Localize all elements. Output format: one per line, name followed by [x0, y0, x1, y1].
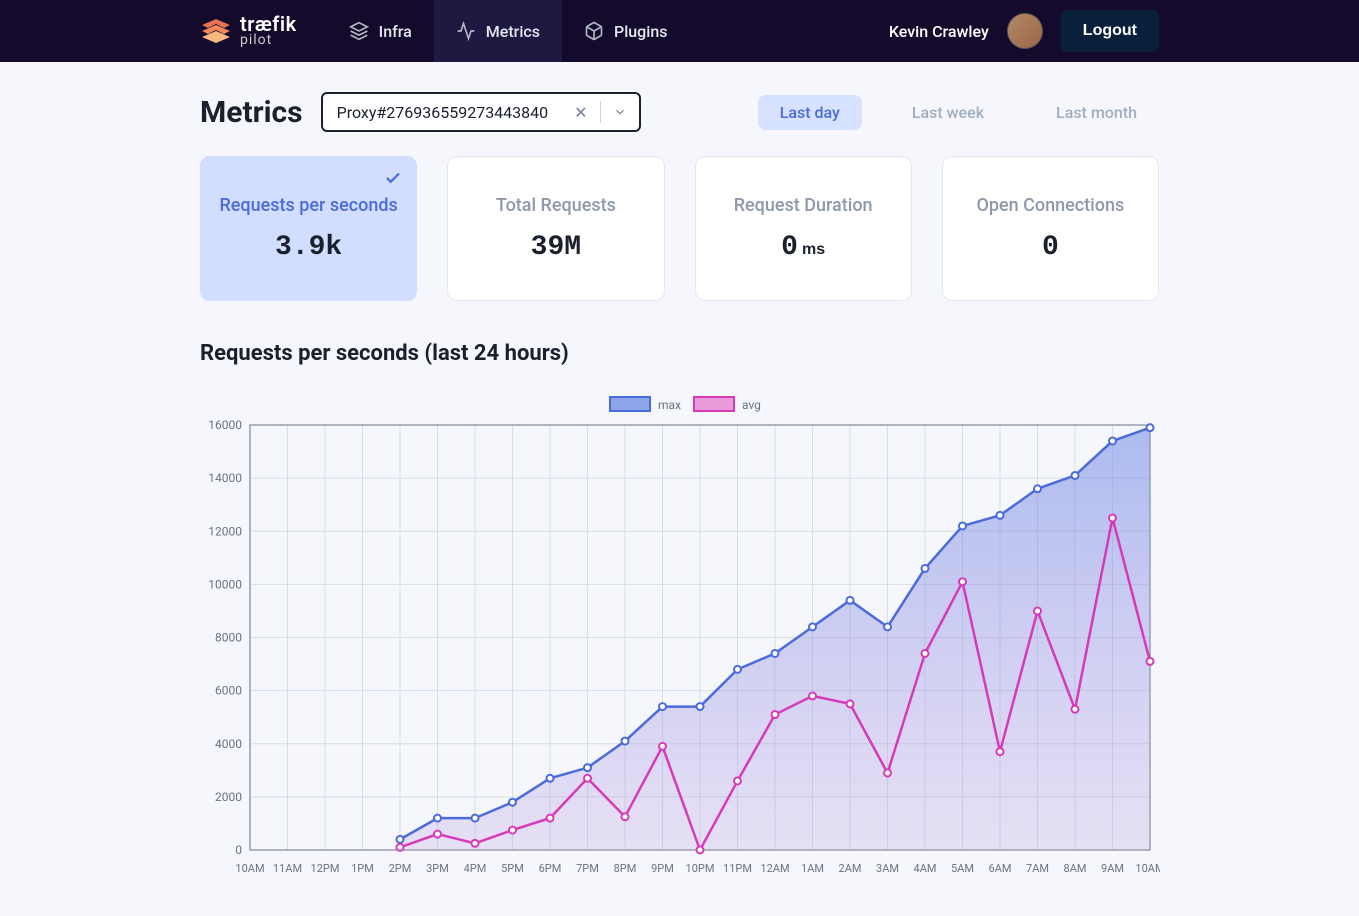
nav-items: Infra Metrics Plugins — [327, 0, 690, 62]
svg-text:1AM: 1AM — [801, 862, 824, 875]
svg-text:9AM: 9AM — [1101, 862, 1124, 875]
chart: 0 2000 4000 6000 8000 10000 12000 14000 16000 10A… — [200, 390, 1159, 880]
nav-right: Kevin Crawley Logout — [889, 10, 1359, 52]
svg-text:6AM: 6AM — [989, 862, 1012, 875]
header-row: Metrics Proxy#276936559273443840 ✕ Last … — [200, 92, 1159, 132]
svg-text:12000: 12000 — [208, 524, 242, 538]
svg-text:12PM: 12PM — [311, 862, 340, 875]
logo-icon — [200, 17, 232, 45]
proxy-value: Proxy#276936559273443840 — [323, 103, 563, 122]
svg-text:8PM: 8PM — [614, 862, 637, 875]
card-value: 0ms — [712, 232, 895, 263]
svg-text:max: max — [658, 398, 681, 412]
nav-item-plugins[interactable]: Plugins — [562, 0, 689, 62]
filter-last-day[interactable]: Last day — [758, 95, 862, 130]
nav-item-metrics[interactable]: Metrics — [434, 0, 562, 62]
svg-text:14000: 14000 — [208, 471, 242, 485]
svg-text:6000: 6000 — [215, 684, 242, 698]
svg-text:3PM: 3PM — [426, 862, 449, 875]
svg-text:11AM: 11AM — [273, 862, 302, 875]
svg-text:5AM: 5AM — [951, 862, 974, 875]
card-value: 0 — [959, 232, 1142, 263]
svg-text:6PM: 6PM — [539, 862, 562, 875]
svg-text:10000: 10000 — [208, 577, 242, 591]
card-title: Request Duration — [712, 194, 895, 217]
logo[interactable]: træfik pilot — [200, 14, 297, 48]
nav-label: Plugins — [614, 22, 667, 41]
svg-text:2AM: 2AM — [839, 862, 862, 875]
card-request-duration[interactable]: Request Duration 0ms — [695, 156, 912, 301]
navbar: træfik pilot Infra Metrics Plugins Kevin… — [0, 0, 1359, 62]
card-title: Total Requests — [464, 194, 647, 217]
svg-text:12AM: 12AM — [760, 862, 789, 875]
svg-text:0: 0 — [235, 843, 242, 857]
card-rps[interactable]: Requests per seconds 3.9k — [200, 156, 417, 301]
nav-item-infra[interactable]: Infra — [327, 0, 434, 62]
svg-text:10AM: 10AM — [235, 862, 264, 875]
logout-button[interactable]: Logout — [1061, 10, 1159, 52]
svg-text:2PM: 2PM — [389, 862, 412, 875]
filter-last-week[interactable]: Last week — [890, 95, 1006, 130]
metric-cards: Requests per seconds 3.9k Total Requests… — [200, 156, 1159, 301]
svg-text:10AM: 10AM — [1135, 862, 1160, 875]
time-filters: Last day Last week Last month — [758, 95, 1159, 130]
svg-text:7AM: 7AM — [1026, 862, 1049, 875]
filter-last-month[interactable]: Last month — [1034, 95, 1159, 130]
page-title: Metrics — [200, 95, 303, 130]
check-icon — [384, 169, 402, 187]
svg-text:4000: 4000 — [215, 737, 242, 751]
card-title: Open Connections — [959, 194, 1142, 217]
card-title: Requests per seconds — [217, 194, 400, 217]
svg-text:4PM: 4PM — [464, 862, 487, 875]
svg-text:avg: avg — [742, 398, 761, 412]
svg-text:9PM: 9PM — [651, 862, 674, 875]
svg-text:4AM: 4AM — [914, 862, 937, 875]
card-value: 39M — [464, 232, 647, 263]
svg-text:8000: 8000 — [215, 631, 242, 645]
svg-text:7PM: 7PM — [576, 862, 599, 875]
card-open-connections[interactable]: Open Connections 0 — [942, 156, 1159, 301]
svg-text:3AM: 3AM — [876, 862, 899, 875]
chart-svg: 0 2000 4000 6000 8000 10000 12000 14000 16000 10A… — [200, 390, 1160, 880]
username: Kevin Crawley — [889, 22, 989, 41]
svg-text:2000: 2000 — [215, 790, 242, 804]
card-value: 3.9k — [217, 232, 400, 263]
nav-label: Metrics — [486, 22, 540, 41]
avatar[interactable] — [1007, 13, 1043, 49]
svg-text:5PM: 5PM — [501, 862, 524, 875]
svg-text:10PM: 10PM — [686, 862, 715, 875]
activity-icon — [456, 21, 476, 41]
svg-text:11PM: 11PM — [723, 862, 752, 875]
svg-text:8AM: 8AM — [1064, 862, 1087, 875]
card-total-requests[interactable]: Total Requests 39M — [447, 156, 664, 301]
chart-title: Requests per seconds (last 24 hours) — [200, 341, 1159, 366]
main-content: Metrics Proxy#276936559273443840 ✕ Last … — [0, 62, 1359, 910]
nav-label: Infra — [379, 22, 412, 41]
cube-icon — [584, 21, 604, 41]
svg-text:16000: 16000 — [208, 418, 242, 432]
layers-icon — [349, 21, 369, 41]
chevron-down-icon[interactable] — [601, 105, 639, 119]
clear-icon[interactable]: ✕ — [562, 103, 599, 122]
svg-text:1PM: 1PM — [351, 862, 374, 875]
proxy-selector[interactable]: Proxy#276936559273443840 ✕ — [321, 92, 641, 132]
logo-text: træfik — [240, 14, 297, 34]
